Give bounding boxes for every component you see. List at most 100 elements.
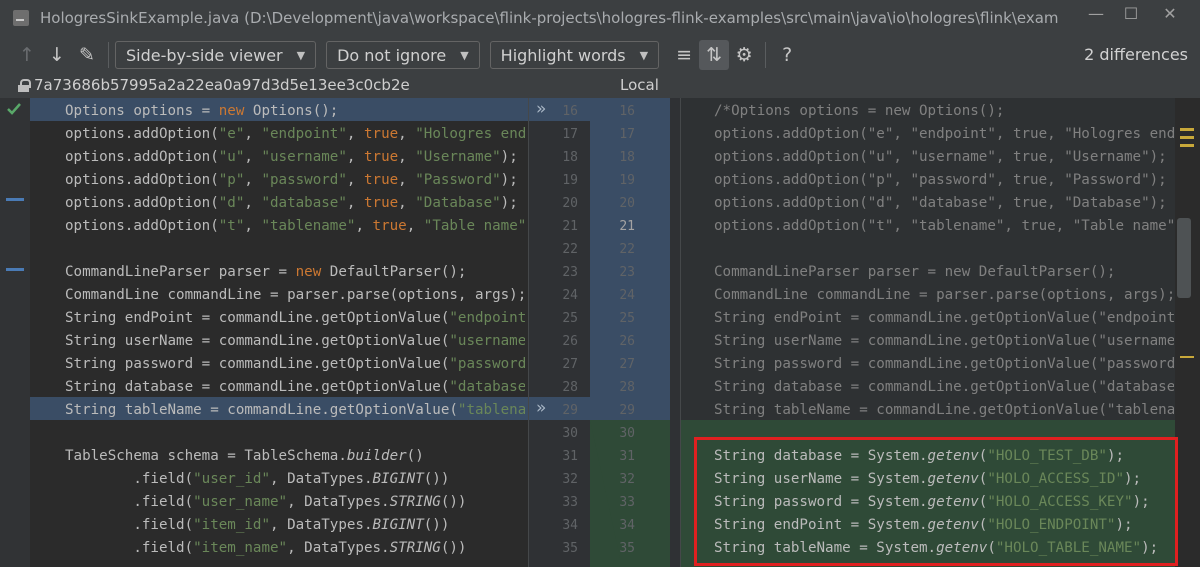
minimize-icon[interactable]: —	[1078, 0, 1114, 30]
code-line[interactable]: String userName = commandLine.getOptionV…	[65, 330, 525, 353]
code-line[interactable]: CommandLine commandLine = parser.parse(o…	[714, 284, 1174, 307]
right-line-number: 16	[619, 104, 635, 119]
maximize-icon[interactable]: ☐	[1113, 0, 1149, 30]
right-marker-4	[1180, 356, 1194, 358]
apply-left-icon[interactable]: »	[536, 399, 546, 417]
code-line[interactable]	[65, 238, 525, 261]
code-line[interactable]: .field("item_name", DataTypes.STRING())	[65, 537, 525, 560]
code-line[interactable]: String database = commandLine.getOptionV…	[714, 376, 1174, 399]
right-line-number: 27	[619, 357, 635, 372]
code-line[interactable]: CommandLineParser parser = new DefaultPa…	[65, 261, 525, 284]
code-line[interactable]: String tableName = commandLine.getOption…	[65, 399, 525, 422]
code-line[interactable]: .field("user_id", DataTypes.BIGINT())	[65, 468, 525, 491]
code-line[interactable]: options.addOption("u", "username", true,…	[714, 146, 1174, 169]
left-line-number: 30	[562, 426, 578, 441]
left-line-number: 18	[562, 150, 578, 165]
right-scroll-track	[1175, 98, 1200, 567]
code-line[interactable]: String password = commandLine.getOptionV…	[714, 353, 1174, 376]
left-line-number: 24	[562, 288, 578, 303]
close-icon[interactable]: ✕	[1152, 0, 1188, 30]
code-line[interactable]: options.addOption("e", "endpoint", true,…	[714, 123, 1174, 146]
highlight-dropdown[interactable]: Highlight words ▼	[489, 41, 660, 69]
right-line-number: 17	[619, 127, 635, 142]
chevron-down-icon: ▼	[639, 48, 649, 62]
left-line-number: 35	[562, 541, 578, 556]
edit-icon[interactable]: ✎	[72, 40, 102, 70]
chevron-down-icon: ▼	[296, 48, 306, 62]
left-line-number: 19	[562, 173, 578, 188]
left-stripe-marker-2	[6, 268, 24, 271]
code-line[interactable]: options.addOption("t", "tablename", true…	[714, 215, 1174, 238]
code-line[interactable]: options.addOption("e", "endpoint", true,…	[65, 123, 525, 146]
code-line[interactable]: options.addOption("d", "database", true,…	[714, 192, 1174, 215]
left-line-number: 28	[562, 380, 578, 395]
code-line[interactable]: String password = commandLine.getOptionV…	[65, 353, 525, 376]
code-line[interactable]: String userName = System.getenv("HOLO_AC…	[714, 468, 1174, 491]
right-line-number: 26	[619, 334, 635, 349]
right-line-number: 34	[619, 518, 635, 533]
lock-icon	[18, 79, 31, 92]
apply-left-icon[interactable]: »	[536, 100, 546, 118]
code-line[interactable]: options.addOption("u", "username", true,…	[65, 146, 525, 169]
code-line[interactable]: String password = System.getenv("HOLO_AC…	[714, 491, 1174, 514]
left-line-number: 26	[562, 334, 578, 349]
code-line[interactable]: String tableName = commandLine.getOption…	[714, 399, 1174, 422]
code-line[interactable]: String userName = commandLine.getOptionV…	[714, 330, 1174, 353]
settings-icon[interactable]: ⚙	[729, 40, 759, 70]
left-line-number: 20	[562, 196, 578, 211]
left-revision-hash: 7a73686b57995a2a22ea0a97d3d5e13ee3c0cb2e	[34, 76, 410, 94]
code-line[interactable]: String database = commandLine.getOptionV…	[65, 376, 525, 399]
code-line[interactable]: TableSchema schema = TableSchema.builder…	[65, 445, 525, 468]
code-line[interactable]	[714, 422, 1174, 445]
code-line[interactable]: String endPoint = System.getenv("HOLO_EN…	[714, 514, 1174, 537]
next-diff-icon[interactable]: ↓	[42, 40, 72, 70]
code-line[interactable]: String tableName = System.getenv("HOLO_T…	[714, 537, 1174, 560]
left-stripe-marker-1	[6, 198, 24, 201]
right-revision-label: Local	[620, 76, 659, 94]
right-marker-2	[1180, 136, 1194, 139]
prev-diff-icon[interactable]: ↑	[12, 40, 42, 70]
window-title: HologresSinkExample.java (D:\Development…	[40, 9, 1059, 27]
code-line[interactable]: String endPoint = commandLine.getOptionV…	[714, 307, 1174, 330]
left-line-number: 32	[562, 472, 578, 487]
code-line[interactable]: String endPoint = commandLine.getOptionV…	[65, 307, 525, 330]
right-marker-1	[1180, 128, 1194, 131]
left-line-number: 27	[562, 357, 578, 372]
diff-editor[interactable]: Options options = new Options(); options.…	[0, 98, 1200, 567]
left-line-number: 31	[562, 449, 578, 464]
check-icon	[7, 103, 21, 115]
left-line-number: 17	[562, 127, 578, 142]
left-line-number: 29	[562, 403, 578, 418]
collapse-unchanged-icon[interactable]: ≡	[669, 40, 699, 70]
right-line-number: 33	[619, 495, 635, 510]
code-line[interactable]: .field("item_id", DataTypes.BIGINT())	[65, 514, 525, 537]
sync-scroll-icon[interactable]: ⇅	[699, 40, 730, 70]
left-line-number: 21	[562, 219, 578, 234]
code-line[interactable]: options.addOption("t", "tablename", true…	[65, 215, 525, 238]
code-line[interactable]: Options options = new Options();	[65, 100, 525, 123]
right-line-number: 32	[619, 472, 635, 487]
code-line[interactable]: options.addOption("p", "password", true,…	[65, 169, 525, 192]
toolbar-separator	[108, 42, 109, 68]
right-line-number: 18	[619, 150, 635, 165]
app-icon	[10, 7, 32, 29]
code-line[interactable]: .field("user_name", DataTypes.STRING())	[65, 491, 525, 514]
code-line[interactable]: /*Options options = new Options();	[714, 100, 1174, 123]
code-line[interactable]: options.addOption("p", "password", true,…	[714, 169, 1174, 192]
code-line[interactable]: CommandLine commandLine = parser.parse(o…	[65, 284, 525, 307]
revision-header: 7a73686b57995a2a22ea0a97d3d5e13ee3c0cb2e…	[0, 74, 1200, 98]
right-line-number: 24	[619, 288, 635, 303]
whitespace-dropdown[interactable]: Do not ignore ▼	[326, 41, 480, 69]
code-line[interactable]	[65, 422, 525, 445]
code-line[interactable]: options.addOption("d", "database", true,…	[65, 192, 525, 215]
chevron-down-icon: ▼	[460, 48, 469, 62]
right-line-number: 25	[619, 311, 635, 326]
right-line-number: 35	[619, 541, 635, 556]
code-line[interactable]: String database = System.getenv("HOLO_TE…	[714, 445, 1174, 468]
left-line-number: 25	[562, 311, 578, 326]
help-icon[interactable]: ?	[772, 40, 802, 70]
viewer-mode-dropdown[interactable]: Side-by-side viewer ▼	[115, 41, 317, 69]
code-line[interactable]: CommandLineParser parser = new DefaultPa…	[714, 261, 1174, 284]
code-line[interactable]	[714, 238, 1174, 261]
viewer-mode-label: Side-by-side viewer	[126, 45, 283, 65]
